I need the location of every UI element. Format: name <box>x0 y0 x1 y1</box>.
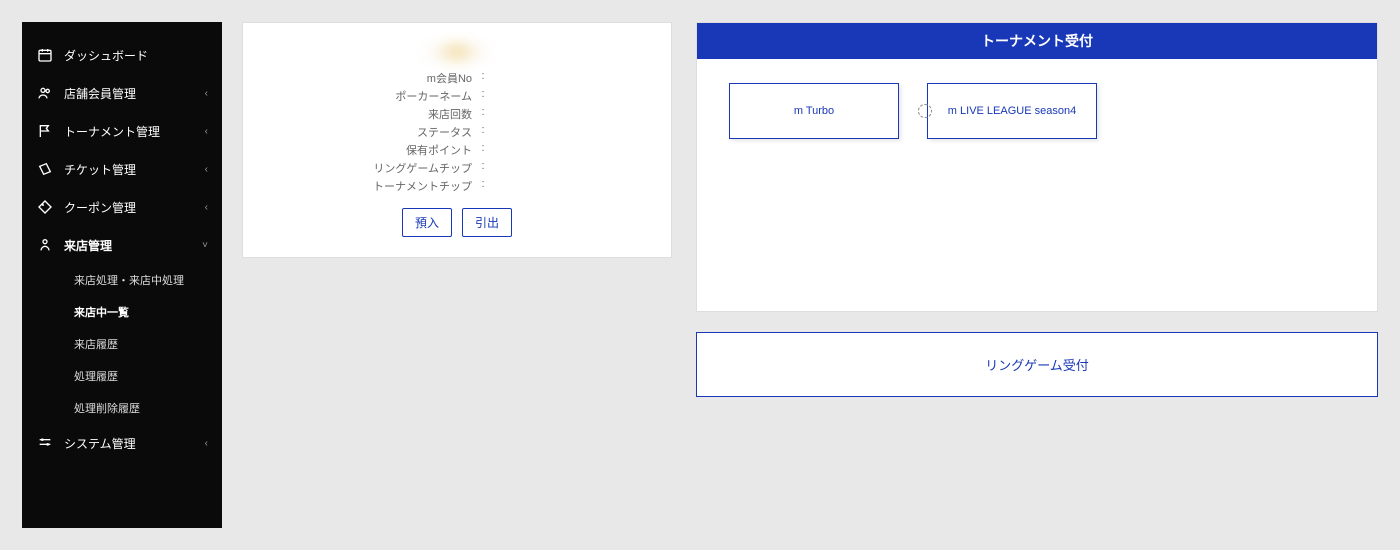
info-row-status: ステータス: <box>417 124 488 140</box>
sidebar-item-label: クーポン管理 <box>64 199 195 216</box>
member-info-list: m会員No: ポーカーネーム: 来店回数: ステータス: 保有ポイント: リング… <box>263 70 488 194</box>
sidebar-item-visit[interactable]: 来店管理 ˅ <box>22 226 222 264</box>
ring-game-reception-button[interactable]: リングゲーム受付 <box>696 332 1378 397</box>
info-row-visits: 来店回数: <box>428 106 488 122</box>
sidebar-sub-del-history[interactable]: 処理削除履歴 <box>62 392 222 424</box>
chevron-left-icon: ‹ <box>205 126 208 137</box>
sliders-icon <box>36 434 54 452</box>
sidebar-item-label: チケット管理 <box>64 161 195 178</box>
withdraw-button[interactable]: 引出 <box>462 208 512 237</box>
chevron-left-icon: ‹ <box>205 202 208 213</box>
chevron-left-icon: ‹ <box>205 164 208 175</box>
info-row-poker-name: ポーカーネーム: <box>395 88 488 104</box>
tag-icon <box>36 198 54 216</box>
sidebar-item-label: 来店管理 <box>64 237 192 254</box>
sidebar: ダッシュボード 店舗会員管理 ‹ トーナメント管理 ‹ チケット管理 ‹ <box>22 22 222 528</box>
sidebar-item-store-member[interactable]: 店舗会員管理 ‹ <box>22 74 222 112</box>
avatar <box>407 43 507 62</box>
tournament-reception-header: トーナメント受付 <box>697 23 1377 59</box>
sidebar-item-label: ダッシュボード <box>64 47 208 64</box>
cursor-ring-icon <box>918 104 932 118</box>
tournament-option-live-league[interactable]: m LIVE LEAGUE season4 <box>927 83 1097 139</box>
ticket-icon <box>36 160 54 178</box>
info-row-tournament-chip: トーナメントチップ: <box>373 178 488 194</box>
info-row-points: 保有ポイント: <box>406 142 488 158</box>
chevron-down-icon: ˅ <box>202 240 208 251</box>
tournament-option-label: m Turbo <box>794 105 834 117</box>
tournament-option-label: m LIVE LEAGUE season4 <box>948 105 1076 117</box>
ring-game-reception-label: リングゲーム受付 <box>985 358 1089 373</box>
info-row-ring-chip: リングゲームチップ: <box>373 160 488 176</box>
person-pin-icon <box>36 236 54 254</box>
flag-icon <box>36 122 54 140</box>
sidebar-item-ticket[interactable]: チケット管理 ‹ <box>22 150 222 188</box>
users-icon <box>36 84 54 102</box>
sidebar-item-label: システム管理 <box>64 435 195 452</box>
tournament-option-turbo[interactable]: m Turbo <box>729 83 899 139</box>
sidebar-sub-visit-process[interactable]: 来店処理・来店中処理 <box>62 264 222 296</box>
sidebar-item-dashboard[interactable]: ダッシュボード <box>22 36 222 74</box>
sidebar-item-tournament[interactable]: トーナメント管理 ‹ <box>22 112 222 150</box>
calendar-icon <box>36 46 54 64</box>
chevron-left-icon: ‹ <box>205 438 208 449</box>
chevron-left-icon: ‹ <box>205 88 208 99</box>
deposit-button[interactable]: 預入 <box>402 208 452 237</box>
member-profile-card: m会員No: ポーカーネーム: 来店回数: ステータス: 保有ポイント: リング… <box>242 22 672 258</box>
sidebar-sub-visit-in-list[interactable]: 来店中一覧 <box>62 296 222 328</box>
sidebar-item-label: トーナメント管理 <box>64 123 195 140</box>
sidebar-item-label: 店舗会員管理 <box>64 85 195 102</box>
info-row-member-no: m会員No: <box>427 70 488 86</box>
sidebar-item-coupon[interactable]: クーポン管理 ‹ <box>22 188 222 226</box>
sidebar-sub-proc-history[interactable]: 処理履歴 <box>62 360 222 392</box>
sidebar-sub-visit-history[interactable]: 来店履歴 <box>62 328 222 360</box>
tournament-reception-panel: トーナメント受付 m Turbo m LIVE LEAGUE season4 <box>696 22 1378 312</box>
sidebar-visit-submenu: 来店処理・来店中処理 来店中一覧 来店履歴 処理履歴 処理削除履歴 <box>22 264 222 424</box>
sidebar-item-system[interactable]: システム管理 ‹ <box>22 424 222 462</box>
